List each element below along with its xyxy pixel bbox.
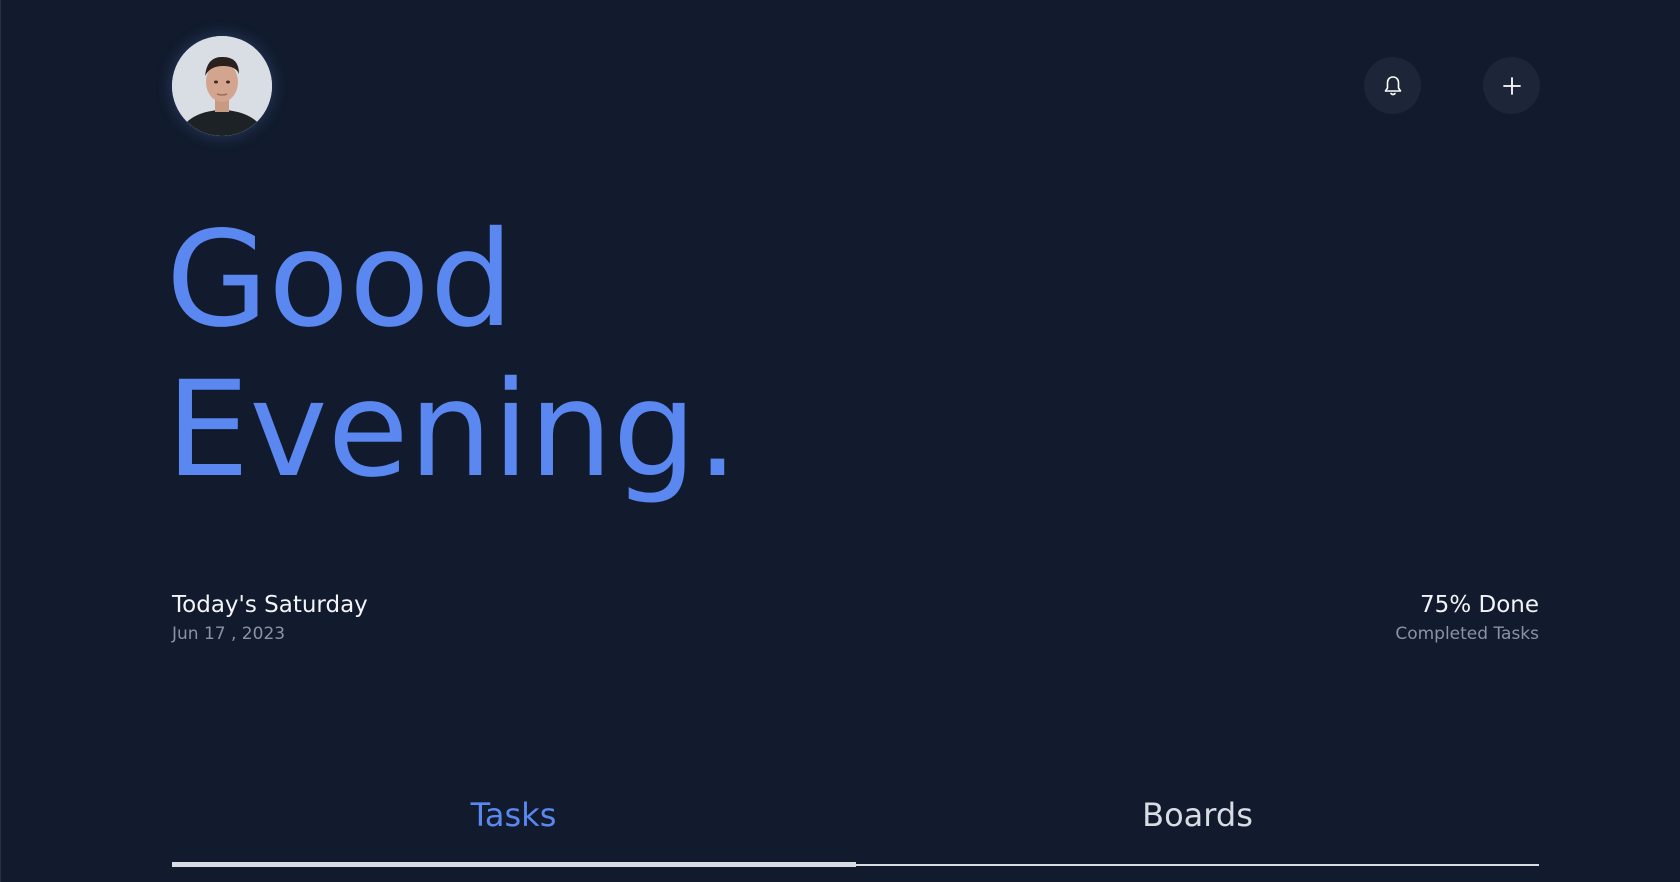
plus-icon (1502, 76, 1521, 95)
greeting-heading: Good Evening. (166, 205, 738, 505)
active-tab-indicator (172, 862, 856, 867)
bell-icon (1384, 75, 1401, 95)
current-date: Jun 17 , 2023 (172, 624, 286, 644)
progress-label: Completed Tasks (1395, 624, 1539, 644)
avatar[interactable] (172, 36, 272, 136)
day-title: Today's Saturday (172, 592, 368, 618)
greeting-line-2: Evening. (166, 353, 739, 507)
main-container: Good Evening. Today's Saturday Jun 17 , … (166, 0, 1540, 882)
tab-tasks[interactable]: Tasks (172, 790, 855, 840)
app-page: Good Evening. Today's Saturday Jun 17 , … (0, 0, 1680, 882)
add-button[interactable] (1483, 57, 1540, 114)
progress-percent: 75% Done (1420, 592, 1539, 618)
notifications-button[interactable] (1364, 57, 1421, 114)
view-tabs: Tasks Boards (172, 790, 1539, 870)
progress-summary: 75% Done Completed Tasks (1395, 590, 1539, 646)
day-info: Today's Saturday Jun 17 , 2023 (172, 590, 368, 646)
window-edge (0, 0, 1, 882)
greeting-line-1: Good (166, 203, 514, 357)
tab-boards[interactable]: Boards (856, 790, 1539, 840)
avatar-image (172, 36, 272, 136)
